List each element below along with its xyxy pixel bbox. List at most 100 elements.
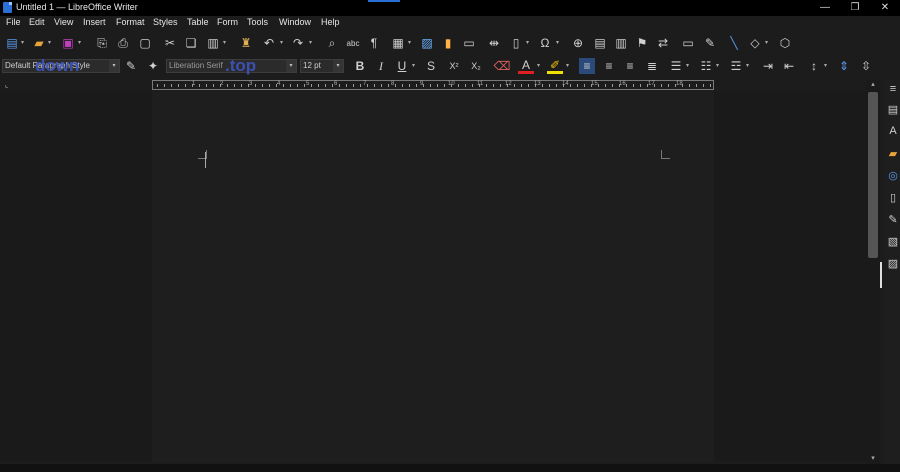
menu-window[interactable]: Window	[279, 17, 311, 27]
comment-icon[interactable]: ▭	[680, 35, 696, 51]
maximize-button[interactable]: ❐	[840, 0, 870, 16]
open-folder-icon[interactable]: ▰	[31, 35, 47, 51]
undo-dropdown-icon[interactable]: ▾	[280, 35, 286, 51]
save-dropdown-icon[interactable]: ▾	[78, 35, 84, 51]
design-icon[interactable]: ▨	[886, 256, 900, 270]
style-inspector-icon[interactable]: ✎	[886, 212, 900, 226]
page-break-icon[interactable]: ⇹	[486, 35, 502, 51]
textbox-icon[interactable]: ▭	[461, 35, 477, 51]
chart-icon[interactable]: ▮	[440, 35, 456, 51]
sidebar-splitter[interactable]	[880, 262, 882, 288]
properties-icon[interactable]: ▤	[886, 102, 900, 116]
paragraph-spacing-decrease-icon[interactable]: ⇳	[858, 58, 874, 74]
manage-changes-icon[interactable]: ▧	[886, 234, 900, 248]
line-icon[interactable]: ╲	[726, 35, 742, 51]
special-character-dropdown-icon[interactable]: ▾	[556, 35, 562, 51]
outline-list-icon[interactable]: ☲	[728, 58, 744, 74]
bullet-list-dropdown-icon[interactable]: ▾	[686, 58, 692, 74]
align-center-icon[interactable]: ≡	[601, 58, 617, 74]
close-button[interactable]: ✕	[870, 0, 900, 16]
field-icon[interactable]: ▯	[508, 35, 524, 51]
superscript-button[interactable]: X²	[446, 58, 462, 74]
clone-formatting-icon[interactable]: ♜	[238, 35, 254, 51]
print-icon[interactable]: ⎙	[115, 35, 131, 51]
menu-format[interactable]: Format	[116, 17, 145, 27]
cut-icon[interactable]: ✂	[162, 35, 178, 51]
navigator-icon[interactable]: ◎	[886, 168, 900, 182]
menu-edit[interactable]: Edit	[29, 17, 45, 27]
field-dropdown-icon[interactable]: ▾	[526, 35, 532, 51]
bullet-list-icon[interactable]: ☰	[668, 58, 684, 74]
new-dropdown-icon[interactable]: ▾	[21, 35, 27, 51]
font-color-icon[interactable]: A	[518, 58, 534, 74]
special-character-icon[interactable]: Ω	[537, 35, 553, 51]
sidebar-menu-icon[interactable]: ≡	[886, 82, 900, 96]
menu-table[interactable]: Table	[187, 17, 209, 27]
redo-icon[interactable]: ↷	[290, 35, 306, 51]
minimize-button[interactable]: —	[810, 0, 840, 16]
menu-tools[interactable]: Tools	[247, 17, 268, 27]
bookmark-icon[interactable]: ⚑	[634, 35, 650, 51]
gallery-icon[interactable]: ▰	[886, 146, 900, 160]
underline-button[interactable]: U	[394, 58, 410, 74]
menu-file[interactable]: File	[6, 17, 21, 27]
draw-icon[interactable]: ⬡	[777, 35, 793, 51]
decrease-indent-icon[interactable]: ⇤	[781, 58, 797, 74]
export-icon[interactable]: ⎘	[94, 35, 110, 51]
image-icon[interactable]: ▨	[419, 35, 435, 51]
print-preview-icon[interactable]: ▢	[137, 35, 153, 51]
font-color-dropdown-icon[interactable]: ▾	[537, 58, 543, 74]
page-icon[interactable]: ▯	[886, 190, 900, 204]
highlight-icon[interactable]: ✐	[547, 58, 563, 74]
vertical-scrollbar-thumb[interactable]	[868, 92, 878, 258]
paste-dropdown-icon[interactable]: ▾	[223, 35, 229, 51]
clear-formatting-icon[interactable]: ⌫	[494, 58, 511, 74]
shapes-icon[interactable]: ◇	[747, 35, 763, 51]
hyperlink-icon[interactable]: ⊕	[570, 35, 586, 51]
table-icon[interactable]: ▦	[390, 35, 406, 51]
menu-form[interactable]: Form	[217, 17, 238, 27]
formatting-marks-icon[interactable]: ¶	[366, 35, 382, 51]
save-icon[interactable]: ▣	[60, 35, 76, 51]
italic-button[interactable]: I	[373, 58, 389, 74]
highlight-dropdown-icon[interactable]: ▾	[566, 58, 572, 74]
align-left-icon[interactable]: ≡	[579, 58, 595, 74]
increase-indent-icon[interactable]: ⇥	[760, 58, 776, 74]
line-spacing-icon[interactable]: ↕	[806, 58, 822, 74]
document-page[interactable]	[152, 92, 714, 462]
tab-stop-selector-icon[interactable]: ⌞	[5, 81, 8, 89]
horizontal-ruler[interactable]: 1 2 3 4 5 6 7 8 9 10 11 12 13 14 15 16 17 18	[152, 80, 714, 90]
menu-help[interactable]: Help	[321, 17, 340, 27]
find-replace-icon[interactable]: ⌕	[324, 35, 340, 51]
paragraph-spacing-icon[interactable]: ⇕	[836, 58, 852, 74]
numbered-list-dropdown-icon[interactable]: ▾	[716, 58, 722, 74]
footnote-icon[interactable]: ▤	[592, 35, 608, 51]
menu-insert[interactable]: Insert	[83, 17, 106, 27]
line-spacing-dropdown-icon[interactable]: ▾	[824, 58, 830, 74]
cross-reference-icon[interactable]: ⇄	[655, 35, 671, 51]
new-document-icon[interactable]: ▤	[4, 35, 20, 51]
subscript-button[interactable]: X₂	[468, 58, 484, 74]
track-changes-icon[interactable]: ✎	[702, 35, 718, 51]
scroll-up-icon[interactable]: ▴	[866, 80, 880, 90]
spelling-icon[interactable]: abc	[345, 35, 361, 51]
undo-icon[interactable]: ↶	[261, 35, 277, 51]
menu-styles[interactable]: Styles	[153, 17, 178, 27]
endnote-icon[interactable]: ▥	[613, 35, 629, 51]
outline-list-dropdown-icon[interactable]: ▾	[746, 58, 752, 74]
shapes-dropdown-icon[interactable]: ▾	[765, 35, 771, 51]
open-dropdown-icon[interactable]: ▾	[48, 35, 54, 51]
paste-icon[interactable]: ▥	[205, 35, 221, 51]
table-dropdown-icon[interactable]: ▾	[408, 35, 414, 51]
styles-icon[interactable]: A	[886, 124, 900, 138]
copy-icon[interactable]: ❏	[183, 35, 199, 51]
menu-view[interactable]: View	[54, 17, 73, 27]
numbered-list-icon[interactable]: ☷	[698, 58, 714, 74]
align-right-icon[interactable]: ≡	[622, 58, 638, 74]
justify-icon[interactable]: ≣	[644, 58, 660, 74]
strikethrough-button[interactable]: S	[423, 58, 439, 74]
scroll-down-icon[interactable]: ▾	[866, 454, 880, 464]
bold-button[interactable]: B	[352, 58, 368, 74]
redo-dropdown-icon[interactable]: ▾	[309, 35, 315, 51]
underline-dropdown-icon[interactable]: ▾	[412, 58, 418, 74]
